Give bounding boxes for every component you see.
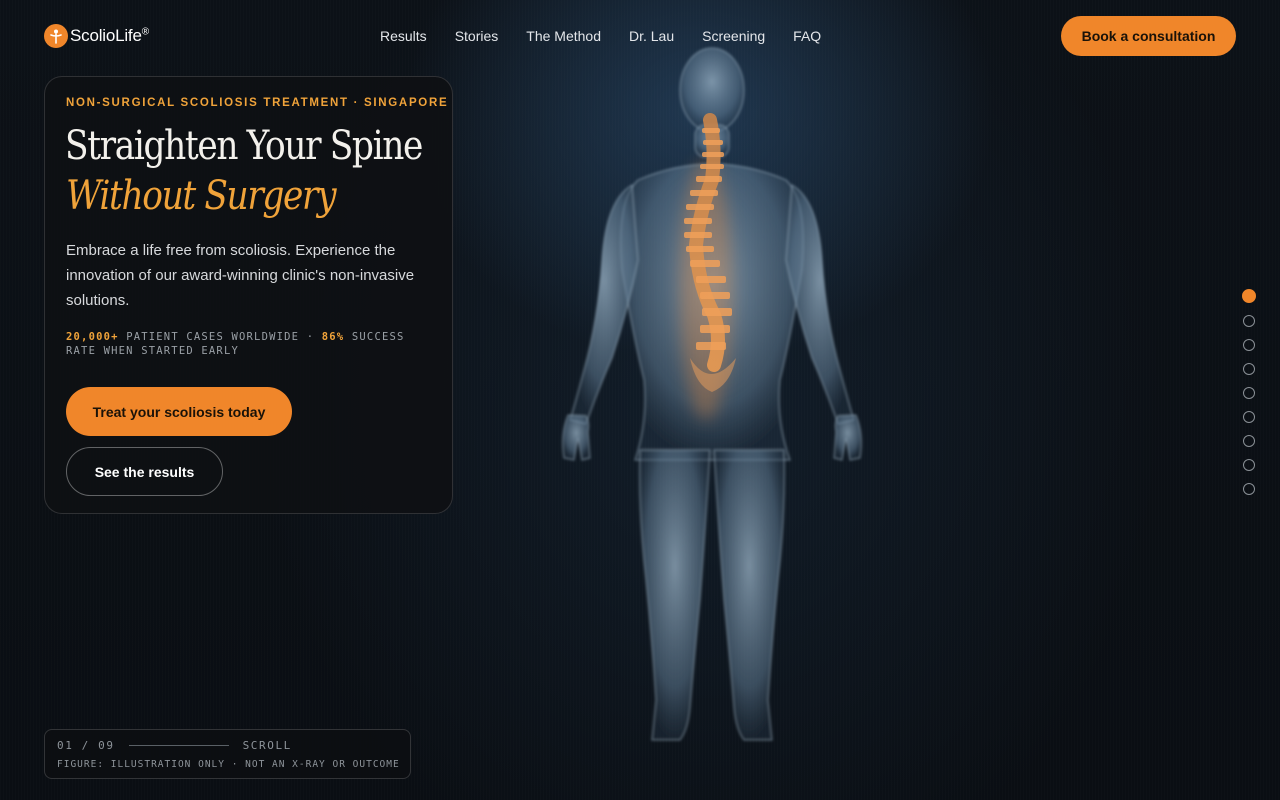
pager-dot-1[interactable]	[1242, 289, 1256, 303]
pager-dot-4[interactable]	[1243, 363, 1255, 375]
human-spine-illustration-icon	[562, 47, 862, 741]
brand-name: ScolioLife®	[70, 26, 149, 45]
section-pager	[1242, 289, 1256, 495]
hero-card: NON-SURGICAL SCOLIOSIS TREATMENT · SINGA…	[44, 76, 453, 514]
scroll-progress-line	[128, 745, 229, 746]
stat-success-value: 86%	[321, 331, 345, 343]
pager-dot-7[interactable]	[1243, 435, 1255, 447]
brand-logo[interactable]: ScolioLife®	[44, 24, 149, 48]
stat-cases-label: PATIENT CASES WORLDWIDE ·	[126, 331, 315, 343]
pager-dot-3[interactable]	[1243, 339, 1255, 351]
book-consultation-button[interactable]: Book a consultation	[1061, 16, 1236, 56]
hero-title-line2: Without Surgery	[66, 173, 337, 219]
hero-title-line1: Straighten Your Spine	[65, 123, 423, 169]
hero-stats: 20,000+ PATIENT CASES WORLDWIDE · 86% SU…	[66, 330, 436, 358]
pager-dot-9[interactable]	[1243, 483, 1255, 495]
pager-dot-6[interactable]	[1243, 411, 1255, 423]
stat-cases-value: 20,000+	[66, 331, 119, 343]
brand-logo-icon	[44, 24, 68, 48]
nav-item-results[interactable]: Results	[366, 26, 441, 46]
scroll-indicator-panel: 01 / 09 SCROLL FIGURE: ILLUSTRATION ONLY…	[44, 729, 411, 779]
treat-scoliosis-button[interactable]: Treat your scoliosis today	[66, 387, 292, 436]
scroll-label: SCROLL	[242, 739, 292, 752]
pager-dot-5[interactable]	[1243, 387, 1255, 399]
see-results-button[interactable]: See the results	[66, 447, 223, 496]
hero-eyebrow: NON-SURGICAL SCOLIOSIS TREATMENT · SINGA…	[66, 97, 449, 109]
figure-disclaimer: FIGURE: ILLUSTRATION ONLY · NOT AN X-RAY…	[57, 759, 400, 770]
nav-item-stories[interactable]: Stories	[441, 26, 513, 46]
hero-description: Embrace a life free from scoliosis. Expe…	[66, 242, 415, 309]
pager-dot-2[interactable]	[1243, 315, 1255, 327]
section-counter: 01 / 09	[57, 739, 115, 752]
pager-dot-8[interactable]	[1243, 459, 1255, 471]
